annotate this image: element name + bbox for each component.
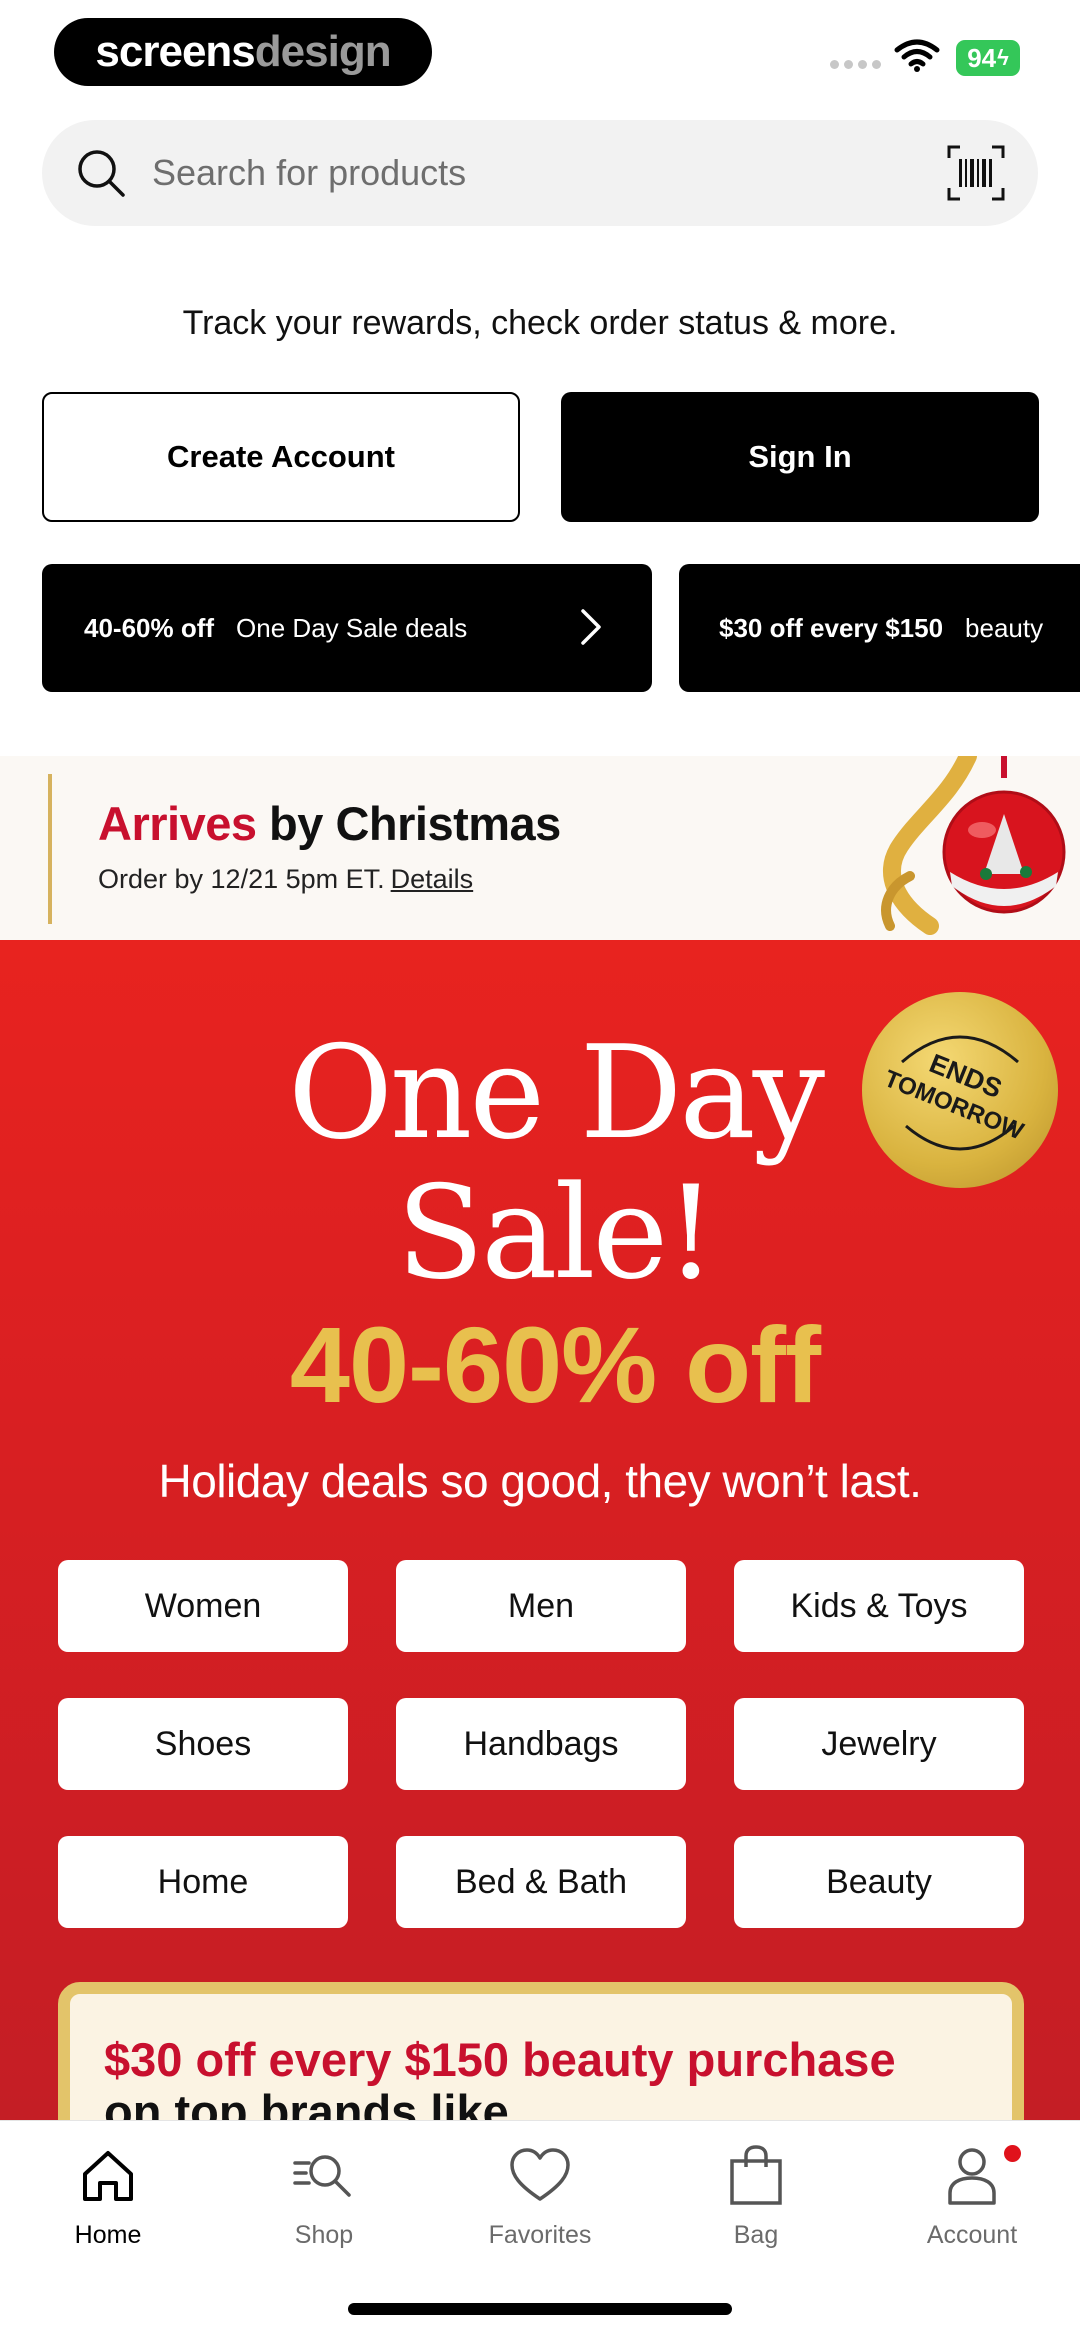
- beauty-offer-text: $30 off every $150 beauty purchase on to…: [104, 2033, 964, 2121]
- home-icon: [83, 2151, 133, 2201]
- status-bar: screens design 94 ϟ: [0, 0, 1080, 105]
- tab-home[interactable]: Home: [0, 2141, 216, 2250]
- category-button-jewelry[interactable]: Jewelry: [734, 1698, 1024, 1790]
- beauty-offer-card[interactable]: $30 off every $150 beauty purchase on to…: [58, 1982, 1024, 2120]
- category-button-men[interactable]: Men: [396, 1560, 686, 1652]
- badge-ring-icon: ENDS TOMORROW: [880, 1035, 1028, 1151]
- promo-bold-text: 40-60% off: [84, 612, 215, 643]
- tab-bag[interactable]: Bag: [648, 2141, 864, 2250]
- details-link[interactable]: Details: [391, 864, 474, 894]
- tab-label: Home: [74, 2221, 142, 2249]
- brand-logo-part2: design: [254, 27, 392, 76]
- tab-shop[interactable]: Shop: [216, 2141, 432, 2250]
- wifi-icon: [894, 39, 940, 72]
- category-button-beauty[interactable]: Beauty: [734, 1836, 1024, 1928]
- shop-search-icon: [293, 2155, 351, 2197]
- tab-label: Account: [926, 2221, 1018, 2249]
- tab-favorites[interactable]: Favorites: [432, 2141, 648, 2250]
- brand-logo: screens design: [54, 18, 432, 86]
- promo-text: beauty: [965, 612, 1044, 643]
- charging-bolt-icon: ϟ: [997, 45, 1009, 70]
- christmas-ornament-icon: [881, 756, 1066, 935]
- promo-bold-text: $30 off every $150: [719, 612, 944, 643]
- chevron-right-icon: [581, 609, 601, 645]
- banner-title-highlight: Arrives: [98, 797, 257, 850]
- one-day-sale-hero[interactable]: One Day Sale! ENDS TOMORROW 40-60% off H…: [0, 940, 1080, 2120]
- battery-indicator: 94 ϟ: [956, 40, 1020, 76]
- beauty-offer-highlight: $30 off every $150 beauty purchase: [104, 2033, 896, 2086]
- promo-card-beauty[interactable]: $30 off every $150 beauty: [679, 564, 1080, 692]
- bag-icon: [730, 2145, 782, 2205]
- promo-text: One Day Sale deals: [236, 612, 468, 643]
- tab-label: Bag: [733, 2221, 779, 2249]
- sale-subtitle: Holiday deals so good, they won’t last.: [158, 1455, 922, 1507]
- category-button-shoes[interactable]: Shoes: [58, 1698, 348, 1790]
- category-button-women[interactable]: Women: [58, 1560, 348, 1652]
- arrives-by-christmas-banner[interactable]: Arrives by Christmas Order by 12/21 5pm …: [0, 756, 1080, 940]
- search-input[interactable]: [152, 142, 952, 204]
- category-button-bed-bath[interactable]: Bed & Bath: [396, 1836, 686, 1928]
- category-grid: Women Men Kids & Toys Shoes Handbags Jew…: [58, 1560, 1024, 1928]
- banner-title: Arrives by Christmas: [98, 796, 561, 851]
- banner-subtitle: Order by 12/21 5pm ET. Details: [98, 864, 473, 895]
- sale-percent: 40-60% off: [289, 1304, 821, 1425]
- account-tagline: Track your rewards, check order status &…: [182, 304, 898, 342]
- barcode-scan-icon[interactable]: [946, 144, 1006, 202]
- category-button-home[interactable]: Home: [58, 1836, 348, 1928]
- heart-icon: [510, 2148, 570, 2201]
- tab-label: Shop: [294, 2221, 354, 2249]
- account-notification-dot: [1004, 2145, 1021, 2162]
- order-deadline-text: Order by 12/21 5pm ET.: [98, 864, 385, 894]
- beauty-offer-rest: on top brands like: [104, 2085, 509, 2121]
- tab-account[interactable]: Account: [864, 2141, 1080, 2250]
- sign-in-button[interactable]: Sign In: [561, 392, 1039, 522]
- ends-tomorrow-badge: ENDS TOMORROW: [862, 992, 1058, 1188]
- create-account-button[interactable]: Create Account: [42, 392, 520, 522]
- home-indicator: [348, 2303, 732, 2315]
- cellular-signal-icon: [830, 60, 881, 69]
- category-button-handbags[interactable]: Handbags: [396, 1698, 686, 1790]
- account-icon: [948, 2148, 996, 2205]
- category-button-kids-toys[interactable]: Kids & Toys: [734, 1560, 1024, 1652]
- search-bar[interactable]: [42, 120, 1038, 226]
- search-icon: [78, 150, 125, 197]
- banner-title-rest: by Christmas: [256, 797, 561, 850]
- brand-logo-part1: screens: [95, 27, 255, 76]
- divider: [48, 774, 52, 924]
- battery-level: 94: [967, 42, 997, 73]
- tab-label: Favorites: [488, 2221, 592, 2249]
- promo-card-sale[interactable]: 40-60% off One Day Sale deals: [42, 564, 652, 692]
